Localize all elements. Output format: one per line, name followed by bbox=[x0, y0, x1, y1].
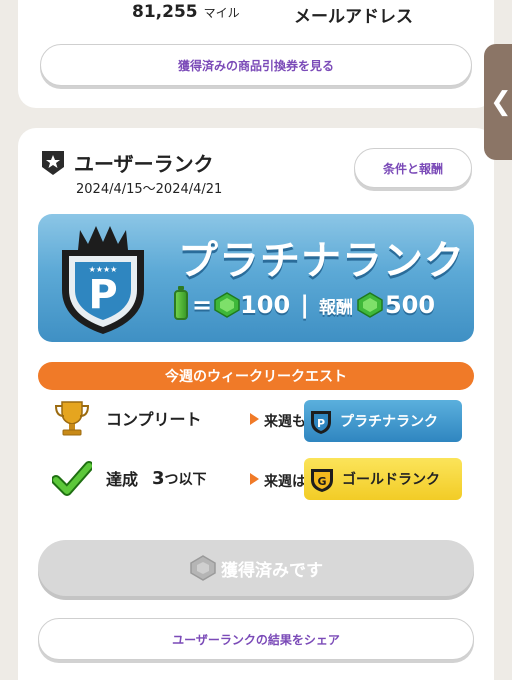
gold-rank-badge: G ゴールドランク bbox=[304, 458, 462, 500]
user-rank-card: ユーザーランク 2024/4/15～2024/4/21 条件と報酬 P ★★★★… bbox=[18, 128, 494, 680]
account-summary-card: 81,255 マイル メールアドレス 獲得済みの商品引換券を見る bbox=[18, 0, 494, 108]
quest-count-suffix: つ以下 bbox=[164, 471, 207, 488]
divider: | bbox=[300, 291, 309, 319]
gold-emblem-icon: G bbox=[311, 469, 333, 492]
platinum-emblem-icon: P ★★★★ bbox=[62, 226, 144, 334]
svg-text:G: G bbox=[317, 475, 326, 488]
platinum-rank-label: プラチナランク bbox=[340, 414, 438, 430]
miles-unit: マイル bbox=[203, 6, 240, 20]
green-gem-icon bbox=[357, 292, 383, 318]
miles-balance: 81,255 マイル bbox=[132, 2, 240, 22]
next-week-label: 来週も bbox=[264, 414, 306, 430]
gray-gem-icon bbox=[190, 555, 216, 581]
quest-count: 3つ以下 bbox=[152, 468, 207, 489]
quest-row-complete: コンプリート bbox=[52, 398, 202, 438]
rank-header: ユーザーランク bbox=[40, 148, 214, 177]
side-drawer-tab[interactable]: ❮ bbox=[484, 44, 512, 160]
platinum-rank-badge: P プラチナランク bbox=[304, 400, 462, 442]
claimed-label: 獲得済みです bbox=[221, 560, 323, 581]
quest-complete-label: コンプリート bbox=[106, 410, 202, 429]
svg-text:P: P bbox=[317, 417, 325, 430]
green-gem-icon bbox=[214, 292, 240, 318]
rank-reward-summary: = 100 | 報酬 500 bbox=[174, 286, 436, 320]
next-week-label: 来週は bbox=[264, 474, 306, 490]
quest-achieved-label: 達成 bbox=[106, 470, 139, 489]
arrow-right-icon bbox=[250, 413, 259, 425]
conditions-rewards-button[interactable]: 条件と報酬 bbox=[354, 148, 472, 188]
reward-label: 報酬 bbox=[318, 297, 353, 318]
platinum-emblem-icon: P bbox=[311, 411, 331, 434]
chevron-left-icon: ❮ bbox=[490, 87, 512, 117]
claimed-button[interactable]: 獲得済みです bbox=[38, 540, 474, 596]
share-rank-result-button[interactable]: ユーザーランクの結果をシェア bbox=[38, 618, 474, 660]
equals-sign: = bbox=[192, 291, 213, 319]
rank-star-icon bbox=[42, 150, 64, 175]
miles-value: 81,255 bbox=[132, 2, 198, 22]
checkmark-icon bbox=[52, 461, 92, 496]
quest-count-value: 3 bbox=[152, 467, 165, 489]
reward-value: 500 bbox=[384, 291, 436, 319]
arrow-right-icon bbox=[250, 473, 259, 485]
rank-date-range: 2024/4/15～2024/4/21 bbox=[76, 182, 223, 197]
svg-text:★★★★: ★★★★ bbox=[89, 265, 118, 274]
rank-title: ユーザーランク bbox=[74, 152, 214, 176]
platinum-rank-banner: P ★★★★ プラチナランク = 100 | 報酬 500 bbox=[38, 214, 474, 342]
weekly-quest-header: 今週のウィークリークエスト bbox=[38, 362, 474, 390]
quest-row-achieved: 達成 3つ以下 bbox=[52, 458, 207, 498]
gem-rate-value: 100 bbox=[240, 291, 291, 319]
trophy-icon bbox=[54, 401, 90, 436]
emblem-letter: P bbox=[88, 272, 117, 318]
email-label[interactable]: メールアドレス bbox=[294, 2, 413, 27]
banner-rank-name: プラチナランク bbox=[178, 238, 465, 284]
battery-icon bbox=[174, 286, 188, 320]
gold-rank-label: ゴールドランク bbox=[342, 472, 440, 488]
view-coupons-button[interactable]: 獲得済みの商品引換券を見る bbox=[40, 44, 472, 86]
